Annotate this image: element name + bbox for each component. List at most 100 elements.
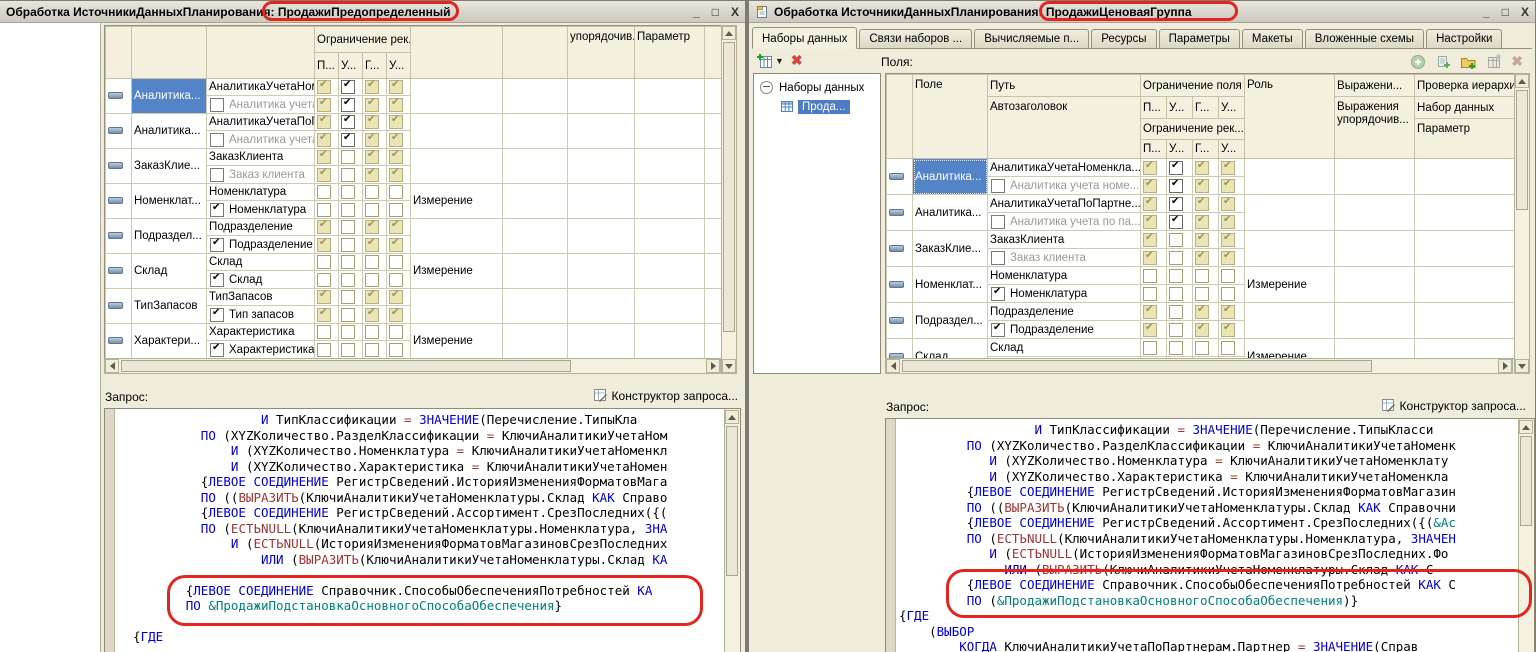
query-builder-link[interactable]: Конструктор запроса... <box>593 388 738 403</box>
checkbox-dc[interactable] <box>1143 233 1157 247</box>
column-header-p[interactable]: П... <box>315 53 339 79</box>
column-header-ordering-expressions[interactable]: Выражения упорядочив... <box>1335 97 1415 159</box>
field-name-cell[interactable]: Номенклат... <box>132 184 207 219</box>
query-editor-box[interactable]: И ТипКлассификации = ЗНАЧЕНИЕ(Перечислен… <box>104 408 741 652</box>
checkbox-dc[interactable] <box>1221 323 1235 337</box>
maximize-button[interactable]: □ <box>712 6 719 18</box>
field-name-cell[interactable]: Номенклат... <box>913 267 988 303</box>
checkbox-dc[interactable] <box>389 308 403 322</box>
scroll-down-button[interactable] <box>722 359 736 373</box>
tab-6[interactable]: Вложенные схемы <box>1305 29 1424 48</box>
checkbox-dc[interactable] <box>1143 179 1157 193</box>
column-header-u2[interactable]: У... <box>1219 97 1245 119</box>
checkbox-un[interactable] <box>365 203 379 217</box>
field-name-cell[interactable]: ЗаказКлие... <box>913 231 988 267</box>
scroll-left-button[interactable] <box>105 359 119 373</box>
autotitle-checkbox[interactable] <box>210 343 224 357</box>
vertical-scrollbar[interactable] <box>1514 73 1530 374</box>
checkbox-dc[interactable] <box>1143 215 1157 229</box>
checkbox-un[interactable] <box>1169 323 1183 337</box>
checkbox-un[interactable] <box>1169 251 1183 265</box>
field-path-cell[interactable]: Характеристика <box>207 324 315 341</box>
checkbox-dc[interactable] <box>365 115 379 129</box>
checkbox-un[interactable] <box>341 203 355 217</box>
checkbox-ck[interactable] <box>341 80 355 94</box>
column-header-parameter[interactable]: Параметр <box>635 27 705 79</box>
field-row[interactable]: Аналитика...АналитикаУчетаПоПартне... <box>887 195 1515 213</box>
column-header-ordering[interactable]: упорядочив... <box>568 27 635 79</box>
column-header-u[interactable]: У... <box>339 53 363 79</box>
autotitle-checkbox[interactable] <box>991 179 1005 193</box>
checkbox-dc[interactable] <box>1221 305 1235 319</box>
checkbox-un[interactable] <box>389 273 403 287</box>
checkbox-dc[interactable] <box>1143 251 1157 265</box>
checkbox-un[interactable] <box>365 273 379 287</box>
checkbox-dc[interactable] <box>1221 197 1235 211</box>
scrollbar-thumb[interactable] <box>121 360 571 372</box>
add-field-icon[interactable] <box>1410 54 1426 70</box>
checkbox-un[interactable] <box>341 255 355 269</box>
checkbox-un[interactable] <box>317 325 331 339</box>
query-editor[interactable]: И ТипКлассификации = ЗНАЧЕНИЕ(Перечислен… <box>118 412 722 652</box>
field-row[interactable]: Аналитика...АналитикаУчетаНоменкла... <box>106 79 723 96</box>
checkbox-un[interactable] <box>1195 287 1209 301</box>
field-role-cell[interactable]: Измерение <box>1245 267 1335 303</box>
field-row[interactable]: СкладСкладИзмерение <box>887 339 1515 357</box>
close-button[interactable]: X <box>731 6 739 18</box>
column-header-record-restriction[interactable]: Ограничение рек... <box>1141 119 1245 140</box>
datasets-tree[interactable]: Наборы данных Прода... <box>753 73 881 374</box>
checkbox-un[interactable] <box>365 343 379 357</box>
checkbox-un[interactable] <box>1169 287 1183 301</box>
horizontal-scrollbar[interactable] <box>104 358 721 374</box>
checkbox-dc[interactable] <box>389 168 403 182</box>
checkbox-dc[interactable] <box>1195 215 1209 229</box>
checkbox-un[interactable] <box>1169 233 1183 247</box>
copy-field-icon[interactable] <box>1435 54 1451 70</box>
checkbox-dc[interactable] <box>1143 161 1157 175</box>
column-header-expression[interactable]: Выражени... <box>1335 75 1415 97</box>
checkbox-dc[interactable] <box>1195 233 1209 247</box>
column-header-u2[interactable]: У... <box>1219 140 1245 159</box>
autotitle-checkbox[interactable] <box>210 273 224 287</box>
column-header-g[interactable]: Г... <box>1193 140 1219 159</box>
checkbox-un[interactable] <box>365 185 379 199</box>
field-role-cell[interactable] <box>411 79 503 114</box>
field-path-cell[interactable]: ЗаказКлиента <box>988 231 1141 249</box>
checkbox-dc[interactable] <box>317 133 331 147</box>
column-header-hierarchy[interactable]: Проверка иерархии: <box>1415 75 1515 97</box>
field-role-cell[interactable] <box>411 219 503 254</box>
field-name-cell[interactable]: Подраздел... <box>913 303 988 339</box>
tab-2[interactable]: Вычисляемые п... <box>974 29 1089 48</box>
field-role-cell[interactable] <box>1245 231 1335 267</box>
remove-field-button[interactable]: ✖ <box>1511 53 1523 70</box>
field-name-cell[interactable]: ЗаказКлие... <box>132 149 207 184</box>
checkbox-un[interactable] <box>365 255 379 269</box>
field-role-cell[interactable]: Измерение <box>411 324 503 359</box>
checkbox-un[interactable] <box>1221 341 1235 355</box>
field-path-cell[interactable]: АналитикаУчетаПоПартне... <box>988 195 1141 213</box>
scroll-up-button[interactable] <box>725 410 739 424</box>
column-header-field[interactable]: Поле <box>913 75 988 159</box>
checkbox-ck[interactable] <box>1169 215 1183 229</box>
column-header-dataset[interactable]: Набор данных <box>1415 97 1515 119</box>
checkbox-un[interactable] <box>341 308 355 322</box>
checkbox-dc[interactable] <box>365 98 379 112</box>
checkbox-dc[interactable] <box>317 115 331 129</box>
field-role-cell[interactable]: Измерение <box>1245 339 1335 360</box>
column-header-u[interactable]: У... <box>1167 140 1193 159</box>
checkbox-dc[interactable] <box>317 80 331 94</box>
autotitle-checkbox[interactable] <box>991 323 1005 337</box>
field-role-cell[interactable] <box>1245 159 1335 195</box>
checkbox-un[interactable] <box>365 325 379 339</box>
checkbox-dc[interactable] <box>365 290 379 304</box>
field-autotitle-cell[interactable]: Заказ клиента <box>207 166 315 184</box>
checkbox-dc[interactable] <box>365 168 379 182</box>
checkbox-ck[interactable] <box>1169 161 1183 175</box>
checkbox-un[interactable] <box>341 325 355 339</box>
close-button[interactable]: X <box>1521 6 1529 18</box>
vertical-scrollbar[interactable] <box>721 25 737 374</box>
field-autotitle-cell[interactable]: Тип запасов <box>207 306 315 324</box>
checkbox-dc[interactable] <box>389 150 403 164</box>
checkbox-dc[interactable] <box>1221 215 1235 229</box>
field-autotitle-cell[interactable]: Характеристика <box>207 341 315 359</box>
